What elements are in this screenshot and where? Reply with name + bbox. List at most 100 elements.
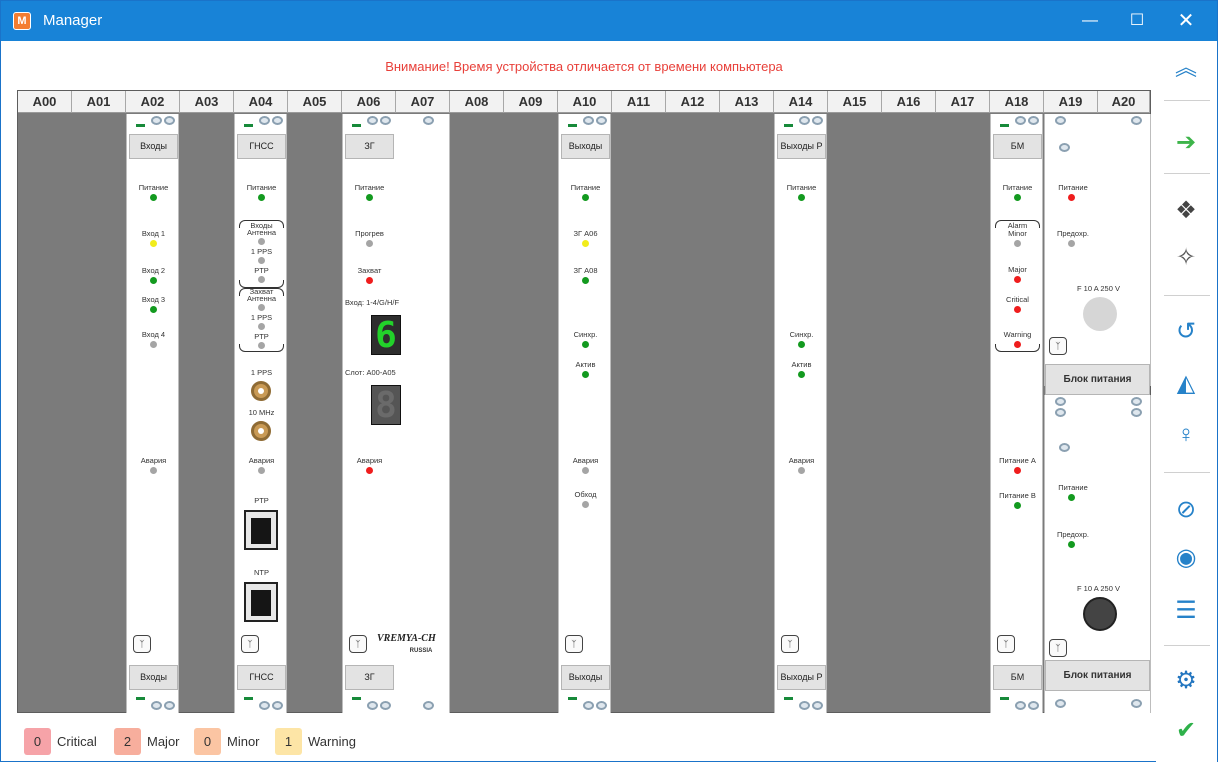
screw-icon xyxy=(1055,699,1066,708)
antenna-input-led xyxy=(258,238,265,245)
time-warning-message: Внимание! Время устройства отличается от… xyxy=(385,59,783,74)
inputs-top-button[interactable]: Входы xyxy=(129,134,178,159)
screw-icon xyxy=(1131,699,1142,708)
outputs-r-top-button[interactable]: Выходы Р xyxy=(777,134,826,159)
close-button[interactable]: ✕ xyxy=(1163,1,1209,41)
screw-icon xyxy=(164,116,175,125)
app-logo-icon: M xyxy=(13,12,31,30)
toolbar-separator xyxy=(1164,173,1210,174)
fuse-rating-label: F 10 A 250 V xyxy=(1077,284,1120,293)
alarm-label: Авария xyxy=(572,456,599,465)
slot-header-a16: A16 xyxy=(882,91,936,113)
settings-icon[interactable]: ⚙ xyxy=(1172,667,1200,695)
active-led xyxy=(798,371,805,378)
module-latch xyxy=(136,697,145,700)
gnss-bottom-button[interactable]: ГНСС xyxy=(237,665,286,690)
10mhz-connector-label: 10 MHz xyxy=(248,408,275,417)
outputs-r-bottom-button[interactable]: Выходы Р xyxy=(777,665,826,690)
bm-bottom-button[interactable]: БМ xyxy=(993,665,1042,690)
psu-top-module[interactable]: Питание Предохр. F 10 A 250 V ᛉ xyxy=(1044,114,1151,386)
slot-header-a08: A08 xyxy=(450,91,504,113)
critical-count: 0 xyxy=(24,728,51,755)
exit-icon[interactable]: ➔ xyxy=(1172,129,1200,157)
alarm-led xyxy=(798,467,805,474)
legend-major[interactable]: 2 Major xyxy=(114,728,180,756)
toolbar-separator xyxy=(1164,100,1210,101)
module-a04-gnss[interactable]: ГНСС Питание Входы Антенна 1 PPS PTP Зах… xyxy=(234,114,287,713)
oscillator-bottom-button[interactable]: ЗГ xyxy=(345,665,394,690)
module-a18-bm[interactable]: БМ Питание Alarm Minor Major Critical Wa… xyxy=(990,114,1043,713)
gnss-top-button[interactable]: ГНСС xyxy=(237,134,286,159)
history-icon[interactable]: ↺ xyxy=(1172,318,1200,346)
zg-a08-led xyxy=(582,277,589,284)
bm-top-button[interactable]: БМ xyxy=(993,134,1042,159)
magic-wand-icon[interactable]: ✧ xyxy=(1172,244,1200,272)
screw-icon xyxy=(272,701,283,710)
module-latch xyxy=(784,124,793,127)
block-icon[interactable]: ⊘ xyxy=(1172,496,1200,524)
power-led xyxy=(798,194,805,201)
legend-warning[interactable]: 1 Warning xyxy=(275,728,356,756)
power-label: Питание xyxy=(786,183,817,192)
vendor-logo-icon: ᛉ xyxy=(349,635,367,653)
ptp-label: PTP xyxy=(254,266,269,275)
chart-icon[interactable]: ◭ xyxy=(1172,370,1200,398)
screw-icon xyxy=(1059,443,1070,452)
toolbar-separator xyxy=(1164,295,1210,296)
module-a14-outputs-r[interactable]: Выходы Р Питание Синхр. Актив Авария ᛉ В… xyxy=(774,114,827,713)
outputs-top-button[interactable]: Выходы xyxy=(561,134,610,159)
zg-a08-label: ЗГ А08 xyxy=(573,266,598,275)
device-rack: A00 A01 A02 A03 A04 A05 A06 A07 A08 A09 … xyxy=(17,90,1151,713)
ntp-ethernet-port xyxy=(244,582,278,622)
screw-icon xyxy=(596,116,607,125)
collapse-up-icon[interactable]: ︽ xyxy=(1172,54,1200,82)
legend-minor[interactable]: 0 Minor xyxy=(194,728,260,756)
module-a02-inputs[interactable]: Входы Питание Вход 1 Вход 2 Вход 3 Вход … xyxy=(126,114,179,713)
alarm-led xyxy=(366,467,373,474)
maximize-button[interactable]: ☐ xyxy=(1114,1,1160,41)
window-title: Manager xyxy=(43,12,103,29)
module-latch xyxy=(568,697,577,700)
minimize-button[interactable]: — xyxy=(1067,1,1113,41)
critical-label: Critical xyxy=(1006,295,1029,304)
slot-select-label: Слот: A00-A05 xyxy=(345,368,396,377)
user-icon[interactable]: ◉ xyxy=(1172,544,1200,572)
power-led xyxy=(258,194,265,201)
vendor-logo-icon: ᛉ xyxy=(997,635,1015,653)
slot-header-a18: A18 xyxy=(990,91,1044,113)
person-icon[interactable]: ♀ xyxy=(1172,421,1200,449)
module-a06-master-oscillator[interactable]: ЗГ Питание Прогрев Захват Вход: 1-4/G/H/… xyxy=(342,114,450,713)
fuse-holder xyxy=(1083,597,1117,631)
legend-critical[interactable]: 0 Critical xyxy=(24,728,97,756)
psu-top-button[interactable]: Блок питания xyxy=(1045,364,1150,395)
major-label: Major xyxy=(1008,265,1027,274)
screw-icon xyxy=(799,701,810,710)
input2-led xyxy=(150,277,157,284)
vendor-logo-icon: ᛉ xyxy=(1049,337,1067,355)
sliders-icon[interactable]: ☰ xyxy=(1172,597,1200,625)
power-a-label: Питание А xyxy=(999,456,1036,465)
outputs-bottom-button[interactable]: Выходы xyxy=(561,665,610,690)
minor-label: Minor xyxy=(227,734,260,749)
indicator-label: Вход 1 xyxy=(141,229,166,238)
screw-icon xyxy=(259,701,270,710)
inputs-bottom-button[interactable]: Входы xyxy=(129,665,178,690)
power-label: Питание xyxy=(1002,183,1033,192)
ok-icon[interactable]: ✔ xyxy=(1172,717,1200,745)
sync-led xyxy=(582,341,589,348)
screw-icon xyxy=(1015,701,1026,710)
screw-icon xyxy=(423,701,434,710)
slot-header-a06: A06 xyxy=(342,91,396,113)
oscillator-top-button[interactable]: ЗГ xyxy=(345,134,394,159)
vendor-logo-icon: ᛉ xyxy=(1049,639,1067,657)
modules-icon[interactable]: ❖ xyxy=(1172,197,1200,225)
pps-label: 1 PPS xyxy=(250,313,273,322)
module-a10-outputs[interactable]: Выходы Питание ЗГ А06 ЗГ А08 Синхр. Акти… xyxy=(558,114,611,713)
screw-icon xyxy=(1131,397,1142,406)
slot-header-a11: A11 xyxy=(612,91,666,113)
antenna-label: Антенна xyxy=(246,294,277,303)
input-select-label: Вход: 1-4/G/H/F xyxy=(345,298,400,307)
title-bar[interactable]: M Manager — ☐ ✕ xyxy=(1,1,1217,41)
alarm-led xyxy=(582,467,589,474)
psu-bottom-button[interactable]: Блок питания xyxy=(1045,660,1150,691)
